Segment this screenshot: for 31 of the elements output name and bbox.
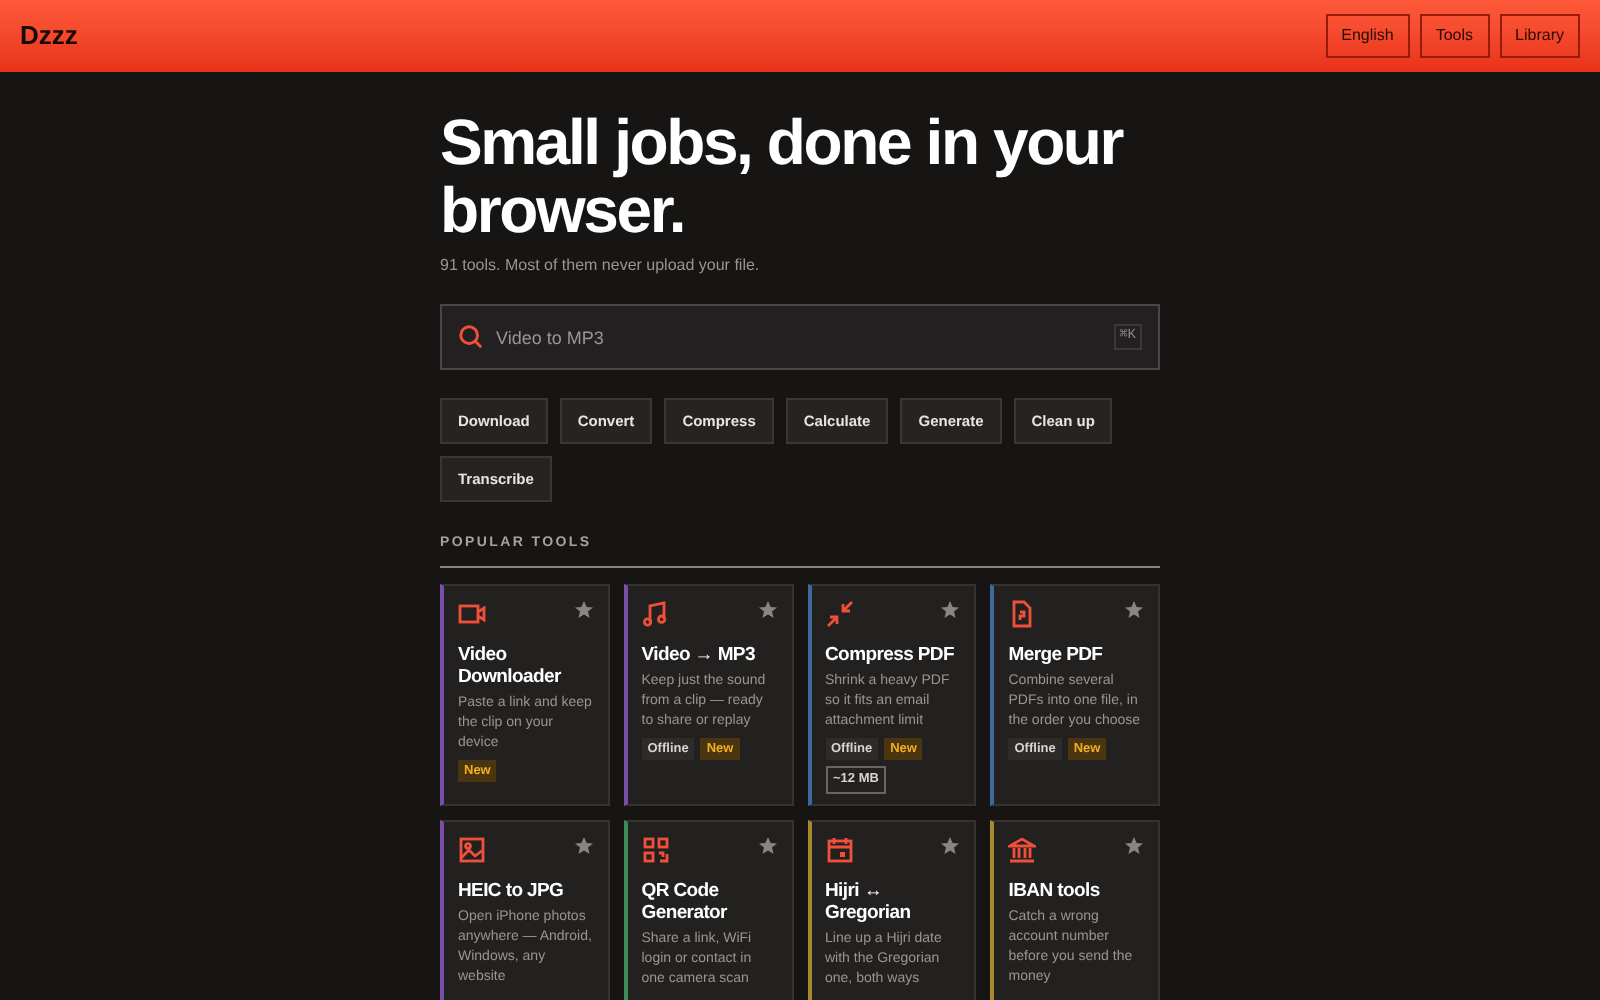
tool-title: Video Downloader [458,643,563,687]
video-camera-icon [458,599,486,627]
hero-heading: Small jobs, done in your browser. [440,108,1126,244]
compress-arrows-icon [825,599,853,627]
pdf-file-icon [1008,599,1037,627]
tool-title: Merge PDF [1008,643,1105,665]
star-icon[interactable] [1124,599,1144,619]
tool-title: Compress PDF [825,643,957,665]
tool-title: Hijri ↔ Gregorian [825,879,913,923]
star-icon[interactable] [940,835,961,855]
tool-title: Video → MP3 [641,643,757,665]
star-icon[interactable] [573,599,594,619]
logo[interactable]: Dzzz [20,16,78,56]
star-icon[interactable] [573,835,594,855]
tool-title: HEIC to JPG [458,879,566,901]
tool-title: QR Code Generator [641,879,729,923]
nav-button[interactable]: English [1325,14,1410,58]
image-icon [458,835,486,863]
star-icon[interactable] [757,835,777,855]
star-icon[interactable] [757,599,777,619]
tool-title: IBAN tools [1008,879,1102,901]
bank-icon [1008,835,1037,863]
music-note-icon [641,599,670,627]
hero-subtitle: 91 tools. Most of them never upload your file. [440,254,762,278]
search-icon [458,324,484,350]
star-icon[interactable] [940,599,961,619]
nav-button[interactable]: Tools [1419,14,1490,58]
nav-button[interactable]: Library [1499,14,1580,58]
star-icon[interactable] [1124,835,1144,855]
qr-code-icon [641,835,670,863]
calendar-icon [825,835,853,863]
